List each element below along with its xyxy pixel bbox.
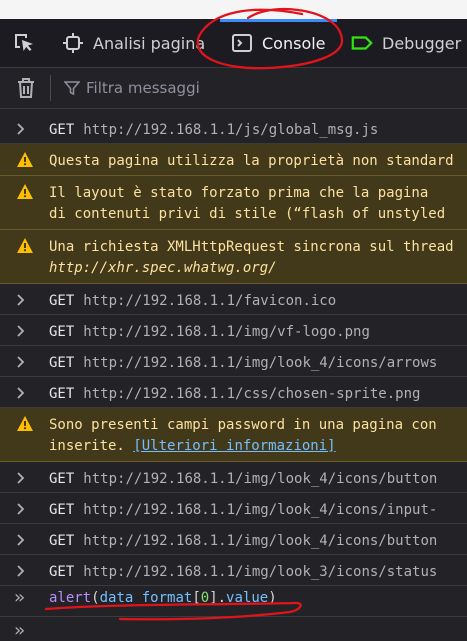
filter-field[interactable]	[64, 76, 386, 100]
request-url[interactable]: http://192.168.1.1/img/look_4/icons/inpu…	[83, 502, 437, 518]
filter-separator	[50, 75, 51, 101]
filter-icon	[64, 81, 80, 96]
network-message[interactable]: GET http://192.168.1.1/img/look_3/icons/s…	[0, 555, 467, 586]
warning-message[interactable]: Questa pagina utilizza la proprietà non …	[0, 144, 467, 176]
request-url[interactable]: http://192.168.1.1/img/look_4/icons/butt…	[83, 471, 437, 487]
warning-text: Questa pagina utilizza la proprietà non …	[49, 153, 454, 169]
request-method: GET	[49, 355, 75, 371]
warning-icon	[17, 416, 33, 431]
warning-message[interactable]: Sono presenti campi password in una pagi…	[0, 408, 467, 462]
request-method: GET	[49, 324, 75, 340]
chevron-right-icon[interactable]	[14, 346, 28, 376]
console-output: GET http://192.168.1.1/js/global_msg.js Q…	[0, 113, 467, 586]
warning-text-line1: Una richiesta XMLHttpRequest sincrona su…	[49, 239, 454, 255]
request-url[interactable]: http://192.168.1.1/img/look_3/icons/stat…	[83, 564, 437, 580]
console-filter-bar	[0, 68, 467, 109]
trash-icon	[18, 78, 34, 98]
expr-variable: data_format	[99, 590, 193, 606]
warning-message[interactable]: Il layout è stato forzato prima che la p…	[0, 176, 467, 230]
chevron-right-icon[interactable]	[14, 555, 28, 585]
console-icon	[230, 31, 254, 55]
tab-inspector-label: Analisi pagina	[93, 33, 206, 53]
expr-paren-open: (	[91, 590, 100, 606]
warning-text-line1: Il layout è stato forzato prima che la p…	[49, 185, 429, 201]
expr-index: 0	[200, 590, 210, 606]
chevron-right-icon[interactable]	[14, 524, 28, 554]
network-message[interactable]: GET http://192.168.1.1/js/global_msg.js	[0, 113, 467, 144]
input-prompt-icon: »	[14, 587, 25, 608]
request-method: GET	[49, 502, 75, 518]
chevron-right-icon[interactable]	[14, 315, 28, 345]
expr-bracket-open: [	[192, 590, 201, 606]
warning-text-line1: Sono presenti campi password in una pagi…	[49, 417, 437, 433]
warning-icon	[17, 184, 33, 199]
tab-debugger[interactable]: Debugger	[350, 19, 461, 67]
network-message[interactable]: GET http://192.168.1.1/favicon.ico	[0, 284, 467, 315]
request-method: GET	[49, 533, 75, 549]
expr-function: alert	[49, 590, 92, 606]
browser-top-strip	[0, 0, 467, 19]
devtools-toolbar: Analisi pagina Console Debugger	[0, 19, 467, 68]
warning-message[interactable]: Una richiesta XMLHttpRequest sincrona su…	[0, 230, 467, 284]
network-message[interactable]: GET http://192.168.1.1/img/look_4/icons/b…	[0, 462, 467, 493]
network-message[interactable]: GET http://192.168.1.1/img/look_4/icons/a…	[0, 346, 467, 377]
request-method: GET	[49, 386, 75, 402]
request-method: GET	[49, 293, 75, 309]
chevron-right-icon[interactable]	[14, 462, 28, 492]
clear-console-button[interactable]	[14, 76, 38, 100]
warning-icon	[17, 238, 33, 253]
spec-link[interactable]: http://xhr.spec.whatwg.org/	[49, 258, 277, 279]
console-input-line[interactable]: »	[0, 616, 467, 641]
inspector-icon	[61, 31, 85, 55]
network-message[interactable]: GET http://192.168.1.1/img/look_4/icons/b…	[0, 524, 467, 555]
network-message[interactable]: GET http://192.168.1.1/img/look_4/icons/i…	[0, 493, 467, 524]
tab-inspector[interactable]: Analisi pagina	[61, 19, 205, 67]
request-url[interactable]: http://192.168.1.1/js/global_msg.js	[83, 122, 378, 138]
pick-element-button[interactable]	[12, 19, 44, 67]
input-prompt-icon: »	[14, 620, 25, 641]
network-message[interactable]: GET http://192.168.1.1/css/chosen-sprite.…	[0, 377, 467, 408]
request-url[interactable]: http://192.168.1.1/img/look_4/icons/butt…	[83, 533, 437, 549]
tab-console-label: Console	[262, 33, 326, 53]
more-info-link[interactable]: [Ulteriori informazioni]	[133, 438, 335, 454]
chevron-right-icon[interactable]	[14, 377, 28, 407]
expr-property: value	[226, 590, 269, 606]
chevron-right-icon[interactable]	[14, 113, 28, 143]
request-method: GET	[49, 471, 75, 487]
chevron-right-icon[interactable]	[14, 284, 28, 314]
pick-element-icon	[12, 31, 36, 55]
tab-debugger-label: Debugger	[382, 33, 462, 53]
debugger-icon	[350, 31, 374, 55]
warning-text-line2: inserite.	[49, 438, 125, 454]
request-url[interactable]: http://192.168.1.1/css/chosen-sprite.png	[83, 386, 420, 402]
request-url[interactable]: http://192.168.1.1/img/vf-logo.png	[83, 324, 370, 340]
request-url[interactable]: http://192.168.1.1/favicon.ico	[83, 293, 336, 309]
warning-text-line2: di contenuti privi di stile (“flash of u…	[49, 206, 446, 222]
filter-input[interactable]	[80, 79, 386, 97]
request-url[interactable]: http://192.168.1.1/img/look_4/icons/arro…	[83, 355, 437, 371]
request-method: GET	[49, 564, 75, 580]
console-evaluated-input[interactable]: » alert(data_format[0].value)	[0, 583, 467, 615]
expr-paren-close: )	[268, 590, 277, 606]
chevron-right-icon[interactable]	[14, 493, 28, 523]
request-method: GET	[49, 122, 75, 138]
network-message[interactable]: GET http://192.168.1.1/img/vf-logo.png	[0, 315, 467, 346]
warning-icon	[17, 152, 33, 167]
evaluated-expression: alert(data_format[0].value)	[49, 590, 277, 606]
tab-console[interactable]: Console	[220, 19, 337, 67]
expr-bracket-close: ].	[209, 590, 227, 606]
